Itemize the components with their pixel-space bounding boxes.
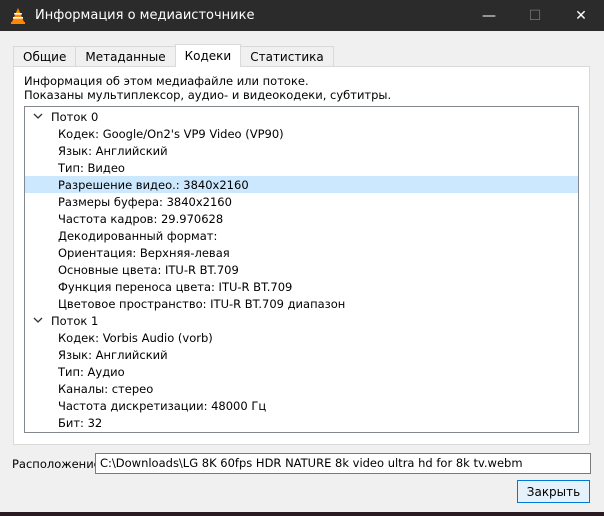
chevron-down-icon[interactable] [32,111,44,123]
tree-stream-0[interactable]: Поток 0 [25,108,578,125]
tree-item-selected[interactable]: Разрешение видео.: 3840x2160 [25,176,578,193]
tree-item[interactable]: Размеры буфера: 3840x2160 [25,193,578,210]
tree-item[interactable]: Ориентация: Верхняя-левая [25,244,578,261]
stream-1-label: Поток 1 [51,313,99,328]
tree-item[interactable]: Тип: Аудио [25,363,578,380]
tree-item[interactable]: Язык: Английский [25,346,578,363]
tab-codecs[interactable]: Кодеки [174,44,242,67]
codecs-panel: Информация об этом медиафайле или потоке… [13,66,590,445]
vlc-cone-icon [9,7,27,25]
location-field[interactable]: C:\Downloads\LG 8K 60fps HDR NATURE 8k v… [95,453,591,474]
tree-item[interactable]: Язык: Английский [25,142,578,159]
minimize-button[interactable]: — [466,0,512,31]
close-button[interactable]: Закрыть [517,480,590,503]
tree-item[interactable]: Кодек: Vorbis Audio (vorb) [25,329,578,346]
tree-item[interactable]: Кодек: Google/On2's VP9 Video (VP90) [25,125,578,142]
stream-0-label: Поток 0 [51,109,99,124]
tab-statistics[interactable]: Статистика [240,46,334,66]
tree-stream-1[interactable]: Поток 1 [25,312,578,329]
tree-item[interactable]: Тип: Видео [25,159,578,176]
tree-item[interactable]: Частота кадров: 29.970628 [25,210,578,227]
close-window-button[interactable]: ✕ [558,0,604,31]
tab-bar: Общие Метаданные Кодеки Статистика [13,44,334,67]
window-title: Информация о медиаисточнике [35,8,255,23]
tree-item[interactable]: Каналы: стерео [25,380,578,397]
window-controls: — ☐ ✕ [466,0,604,31]
title-bar[interactable]: Информация о медиаисточнике — ☐ ✕ [0,0,604,31]
description-line-2: Показаны мультиплексор, аудио- и видеоко… [24,88,392,102]
tab-metadata[interactable]: Метаданные [75,46,176,66]
tree-item[interactable]: Основные цвета: ITU-R BT.709 [25,261,578,278]
chevron-down-icon[interactable] [32,315,44,327]
codec-tree[interactable]: Поток 0 Кодек: Google/On2's VP9 Video (V… [24,106,579,433]
tree-item[interactable]: Цветовое пространство: ITU-R BT.709 диап… [25,295,578,312]
tree-item[interactable]: Функция переноса цвета: ITU-R BT.709 [25,278,578,295]
tree-item[interactable]: Бит: 32 [25,414,578,431]
maximize-button[interactable]: ☐ [512,0,558,31]
media-info-dialog: Информация о медиаисточнике — ☐ ✕ Общие … [0,0,604,512]
description-line-1: Информация об этом медиафайле или потоке… [24,74,309,88]
location-label: Расположение: [12,457,105,471]
panel-description: Информация об этом медиафайле или потоке… [24,74,391,102]
tab-general[interactable]: Общие [13,46,77,66]
tree-item[interactable]: Декодированный формат: [25,227,578,244]
tree-item[interactable]: Частота дискретизации: 48000 Гц [25,397,578,414]
